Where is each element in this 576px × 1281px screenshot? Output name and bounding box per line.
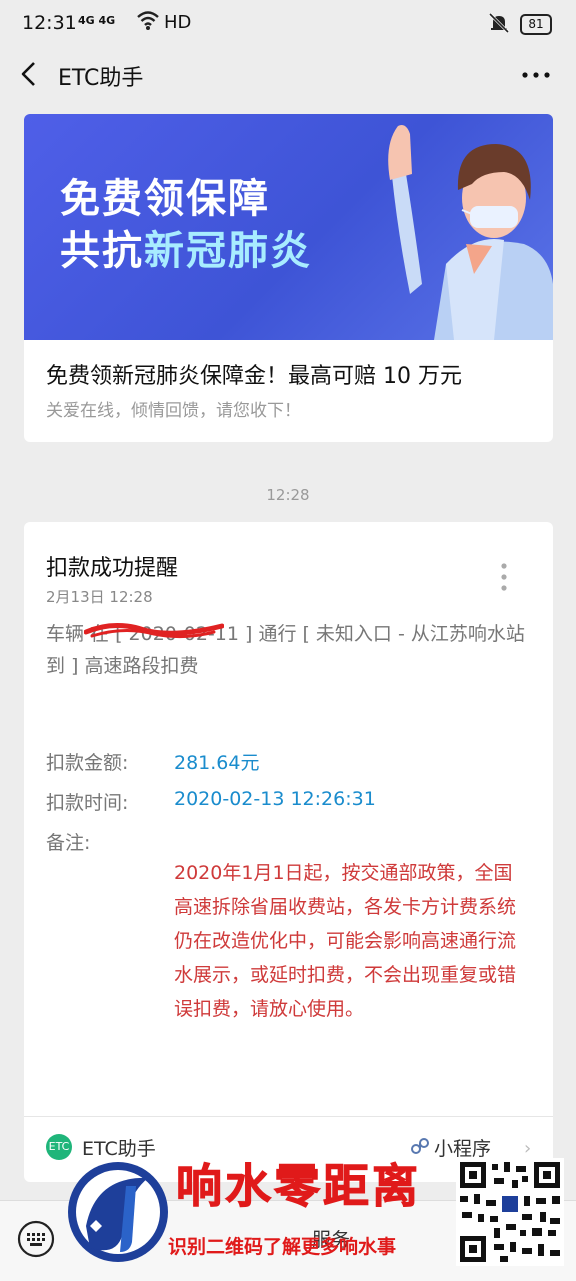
- amount-row: 扣款金额: 281.64元: [46, 748, 259, 775]
- note-label: 备注:: [46, 832, 91, 854]
- promo-article-card[interactable]: 免费领保障 共抗新冠肺炎 免费领新冠肺炎保障金！最高可赔 10 万元 关爱在线，…: [24, 114, 553, 442]
- battery-indicator: 81: [520, 14, 552, 35]
- hd-indicator: HD: [164, 12, 192, 33]
- deduction-time-value: 2020-02-13 12:26:31: [174, 788, 376, 810]
- mini-program-label[interactable]: 小程序: [434, 1134, 491, 1161]
- card-divider: [24, 1116, 553, 1117]
- keyboard-icon[interactable]: [16, 1219, 56, 1259]
- promo-banner: 免费领保障 共抗新冠肺炎: [24, 114, 553, 340]
- message-timestamp: 12:28: [266, 486, 310, 504]
- qr-code-icon: [456, 1158, 564, 1266]
- status-bar: 12:31 4G 4G HD 81: [0, 0, 576, 48]
- watermark-title: 响水零距离: [176, 1159, 421, 1214]
- mute-icon: [488, 12, 510, 34]
- chevron-right-icon: ›: [524, 1138, 532, 1159]
- notice-date: 2月13日 12:28: [46, 588, 153, 606]
- vertical-more-icon[interactable]: [500, 562, 508, 592]
- amount-label: 扣款金额:: [46, 752, 129, 774]
- deduction-notice-card[interactable]: 扣款成功提醒 2月13日 12:28 车辆 在 [ 2020-02-11 ] 通…: [24, 522, 553, 1182]
- doctor-illustration: [388, 125, 553, 340]
- navigation-bar: ETC助手: [0, 48, 576, 100]
- more-options-icon[interactable]: [522, 72, 550, 78]
- note-row: 备注:: [46, 828, 90, 855]
- note-text: 2020年1月1日起，按交通部政策，全国高速拆除省届收费站，各发卡方计费系统仍在…: [174, 862, 517, 1020]
- watermark-logo: [68, 1162, 168, 1262]
- status-time: 12:31: [22, 12, 77, 34]
- promo-subtitle: 关爱在线，倾情回馈，请您收下！: [46, 401, 301, 421]
- banner-headline-2: 共抗新冠肺炎: [60, 228, 312, 274]
- signal-icon: 4G 4G: [78, 14, 116, 27]
- deduction-time-row: 扣款时间: 2020-02-13 12:26:31: [46, 788, 376, 815]
- notice-title: 扣款成功提醒: [46, 556, 179, 581]
- back-arrow-icon[interactable]: [18, 60, 40, 88]
- promo-title: 免费领新冠肺炎保障金！最高可赔 10 万元: [46, 364, 462, 389]
- plate-redaction-scribble: [84, 623, 224, 639]
- page-title: ETC助手: [58, 66, 144, 91]
- watermark-subtitle: 识别二维码了解更多响水事: [168, 1236, 397, 1258]
- deduction-time-label: 扣款时间:: [46, 792, 129, 814]
- banner-headline-1: 免费领保障: [60, 176, 270, 222]
- amount-value: 281.64元: [174, 752, 260, 774]
- wifi-icon: [137, 11, 159, 30]
